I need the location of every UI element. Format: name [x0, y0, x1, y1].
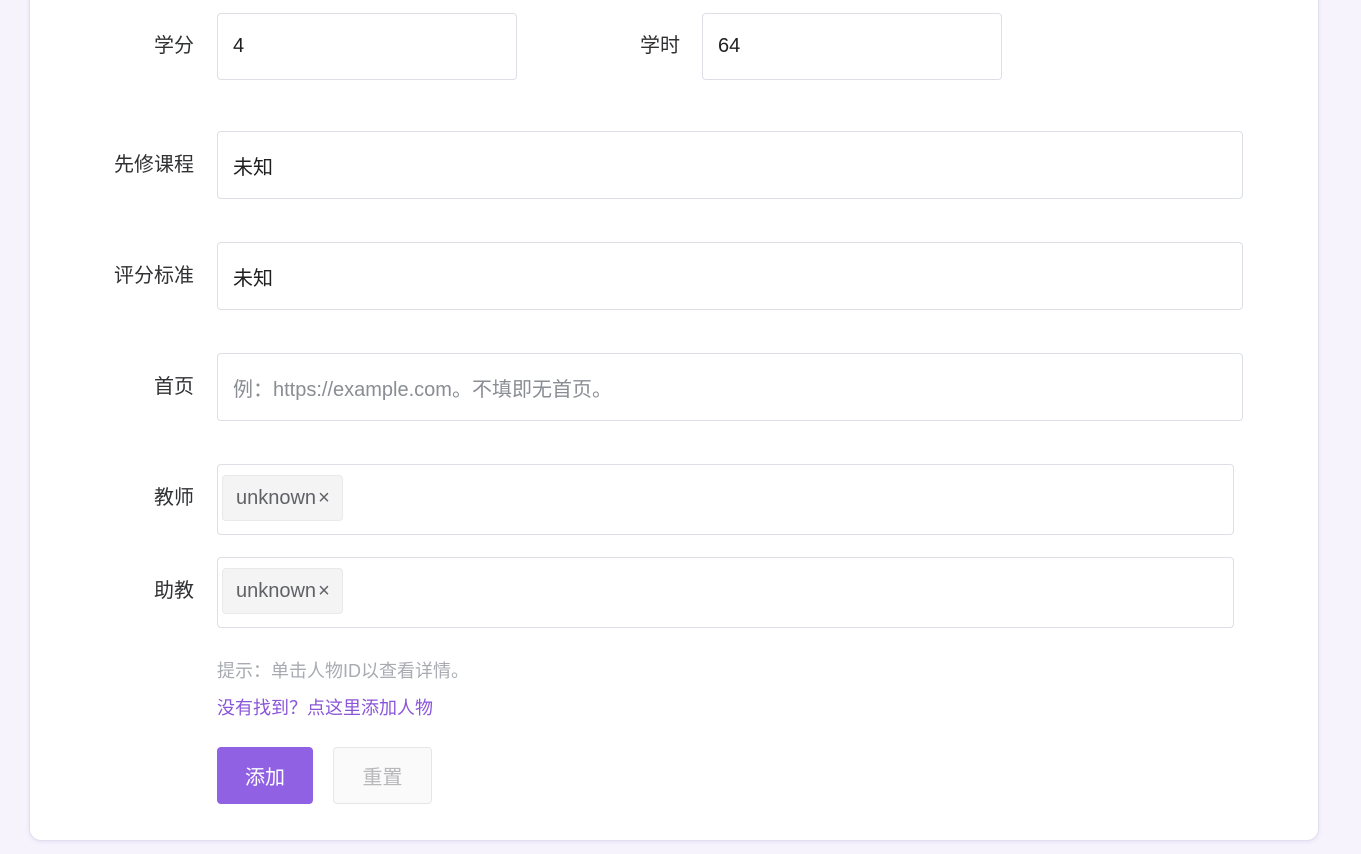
hours-input[interactable]: 64 [702, 13, 1002, 80]
teacher-tag-close-icon[interactable]: × [318, 487, 330, 510]
grading-input[interactable]: 未知 [217, 242, 1243, 310]
assistants-select[interactable]: unknown × [217, 557, 1234, 628]
assistants-label: 助教 [154, 580, 194, 602]
assistant-tag[interactable]: unknown × [222, 568, 343, 614]
homepage-input[interactable]: 例：https://example.com。不填即无首页。 [217, 353, 1243, 421]
grading-label: 评分标准 [114, 265, 194, 287]
teacher-tag[interactable]: unknown × [222, 475, 343, 521]
hint-text: 提示：单击人物ID以查看详情。 [217, 661, 469, 681]
assistant-tag-close-icon[interactable]: × [318, 580, 330, 603]
teachers-label: 教师 [154, 487, 194, 509]
teacher-tag-label: unknown [236, 486, 317, 509]
hours-label: 学时 [640, 35, 680, 57]
prerequisites-input[interactable]: 未知 [217, 131, 1243, 199]
submit-button[interactable]: 添加 [217, 747, 313, 804]
add-person-link[interactable]: 没有找到？点这里添加人物 [217, 694, 433, 720]
assistant-tag-label: unknown [236, 579, 317, 602]
prerequisites-label: 先修课程 [114, 154, 194, 176]
homepage-label: 首页 [154, 376, 194, 398]
teachers-select[interactable]: unknown × [217, 464, 1234, 535]
reset-button[interactable]: 重置 [333, 747, 432, 804]
